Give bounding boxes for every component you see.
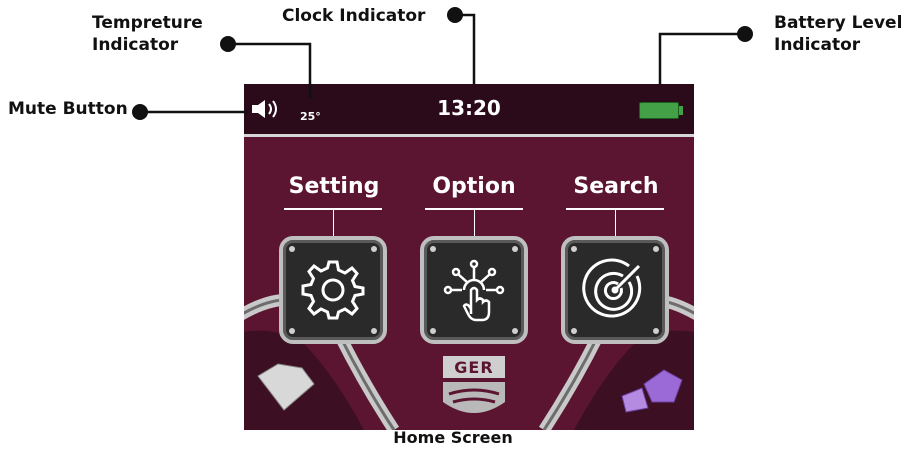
- clock-callout-marker: [447, 7, 463, 23]
- callout-leaders: [132, 7, 753, 120]
- home-screen-caption: Home Screen: [393, 428, 513, 447]
- mute-callout-marker: [132, 104, 148, 120]
- battery-callout-marker: [737, 26, 753, 42]
- temperature-callout-marker: [220, 36, 236, 52]
